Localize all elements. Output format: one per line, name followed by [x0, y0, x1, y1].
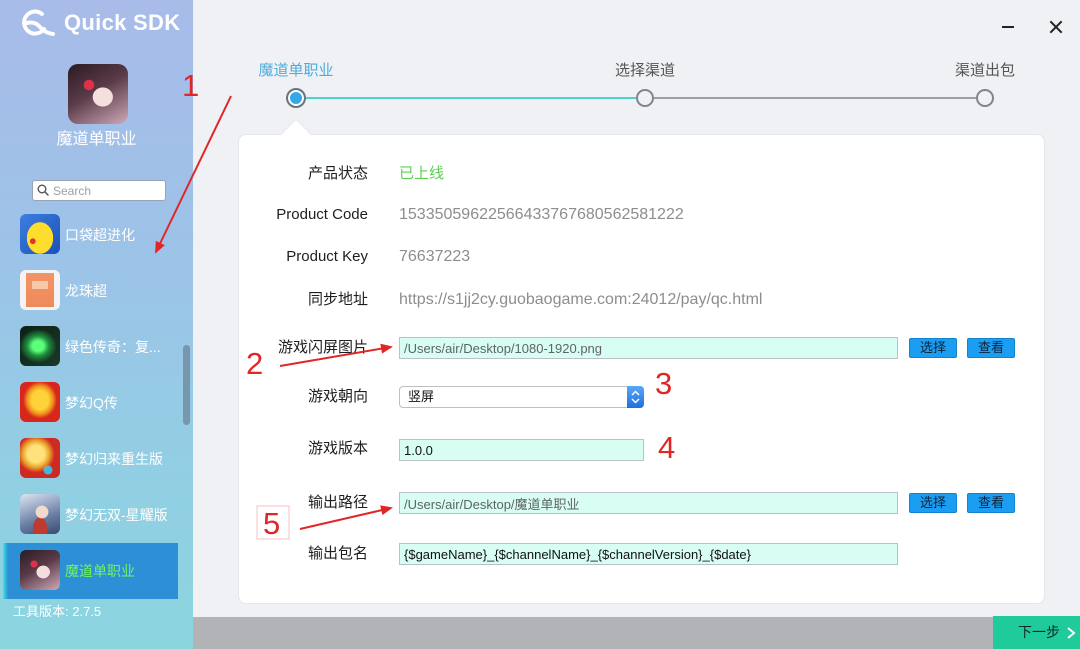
dragonball-game-icon	[20, 270, 60, 310]
minimize-button[interactable]	[996, 15, 1020, 39]
sidebar: Quick SDK 魔道单职业 口袋超进化 龙珠超 绿色传奇：复... 梦幻Q传…	[0, 0, 193, 649]
orientation-selected-value: 竖屏	[408, 389, 435, 404]
game-list-item[interactable]: 口袋超进化	[0, 207, 180, 263]
product-code-value: 15335059622566433767680562581222	[399, 206, 684, 223]
game-version-label: 游戏版本	[307, 440, 368, 457]
updown-chevron-icon[interactable]	[627, 386, 644, 408]
game-name: 魔道单职业	[65, 563, 135, 579]
game-list-item[interactable]: 梦幻归来重生版	[0, 431, 180, 487]
sidebar-scrollbar[interactable]	[183, 345, 190, 425]
splash-choose-button[interactable]: 选择	[909, 338, 957, 358]
game-list-item[interactable]: 龙珠超	[0, 263, 180, 319]
updown-chevron-icon-graphic	[631, 390, 640, 404]
menghuan-q-game-icon	[20, 382, 60, 422]
splash-view-button[interactable]: 查看	[967, 338, 1015, 358]
sync-url-label: 同步地址	[307, 291, 368, 308]
product-key-label: Product Key	[286, 248, 368, 265]
legend-game-icon	[20, 326, 60, 366]
output-path-input[interactable]	[399, 492, 898, 514]
game-name: 绿色传奇：复...	[65, 339, 161, 355]
orientation-select[interactable]: 竖屏	[399, 386, 644, 408]
modao-game-icon	[68, 64, 128, 124]
game-list-item[interactable]: 梦幻Q传	[0, 375, 180, 431]
output-choose-button[interactable]: 选择	[909, 493, 957, 513]
app-logo-text: Quick SDK	[64, 10, 181, 35]
output-name-label: 输出包名	[307, 545, 368, 562]
minimize-icon	[1002, 26, 1014, 28]
step-dot-3[interactable]	[976, 89, 994, 107]
step-label-1: 魔道单职业	[258, 62, 334, 79]
product-status-label: 产品状态	[307, 165, 368, 182]
step-label-3: 渠道出包	[954, 62, 1015, 79]
orientation-label: 游戏朝向	[307, 388, 368, 405]
product-key-value: 76637223	[399, 248, 471, 265]
search-input[interactable]	[53, 181, 163, 200]
card-pointer	[280, 118, 312, 150]
close-button[interactable]	[1044, 15, 1068, 39]
game-name: 龙珠超	[65, 283, 107, 299]
game-list-item-selected[interactable]: 魔道单职业	[3, 543, 178, 599]
game-list-item[interactable]: 绿色传奇：复...	[0, 319, 180, 375]
game-version-input[interactable]	[399, 439, 644, 461]
pikachu-game-icon	[20, 214, 60, 254]
menghuan-return-game-icon	[20, 438, 60, 478]
next-step-label: 下一步	[1018, 624, 1060, 640]
chevron-right-icon	[1067, 627, 1076, 639]
step-dot-1[interactable]	[286, 88, 306, 108]
menghuan-wushuang-game-icon	[20, 494, 60, 534]
product-code-label: Product Code	[276, 206, 368, 223]
current-game-title: 魔道单职业	[56, 131, 137, 148]
output-path-label: 输出路径	[307, 494, 368, 511]
step-label-2: 选择渠道	[614, 62, 675, 79]
modao-game-icon	[20, 550, 60, 590]
step-progress-line	[306, 97, 636, 99]
splash-image-input[interactable]	[399, 337, 898, 359]
step-pending-line	[654, 97, 976, 99]
game-name: 口袋超进化	[65, 227, 135, 243]
game-list-item[interactable]: 梦幻无双-星耀版	[0, 487, 180, 543]
game-name: 梦幻Q传	[65, 395, 118, 411]
step-dot-2[interactable]	[636, 89, 654, 107]
tool-version-label: 工具版本: 2.7.5	[13, 604, 102, 619]
output-name-input[interactable]	[399, 543, 898, 565]
search-icon	[37, 184, 49, 196]
quicksdk-logo-icon	[22, 9, 55, 36]
search-box[interactable]	[32, 180, 166, 201]
product-status-value: 已上线	[399, 165, 445, 182]
output-view-button[interactable]: 查看	[967, 493, 1015, 513]
product-config-card: 产品状态 已上线 Product Code 153350596225664337…	[238, 118, 1045, 604]
sync-url-value: https://s1jj2cy.guobaogame.com:24012/pay…	[399, 291, 763, 308]
footer-bar	[193, 617, 993, 649]
game-name: 梦幻无双-星耀版	[65, 507, 168, 523]
close-icon	[1044, 15, 1068, 39]
splash-image-label: 游戏闪屏图片	[277, 339, 368, 356]
next-step-button[interactable]: 下一步	[993, 616, 1080, 649]
game-name: 梦幻归来重生版	[65, 451, 163, 467]
